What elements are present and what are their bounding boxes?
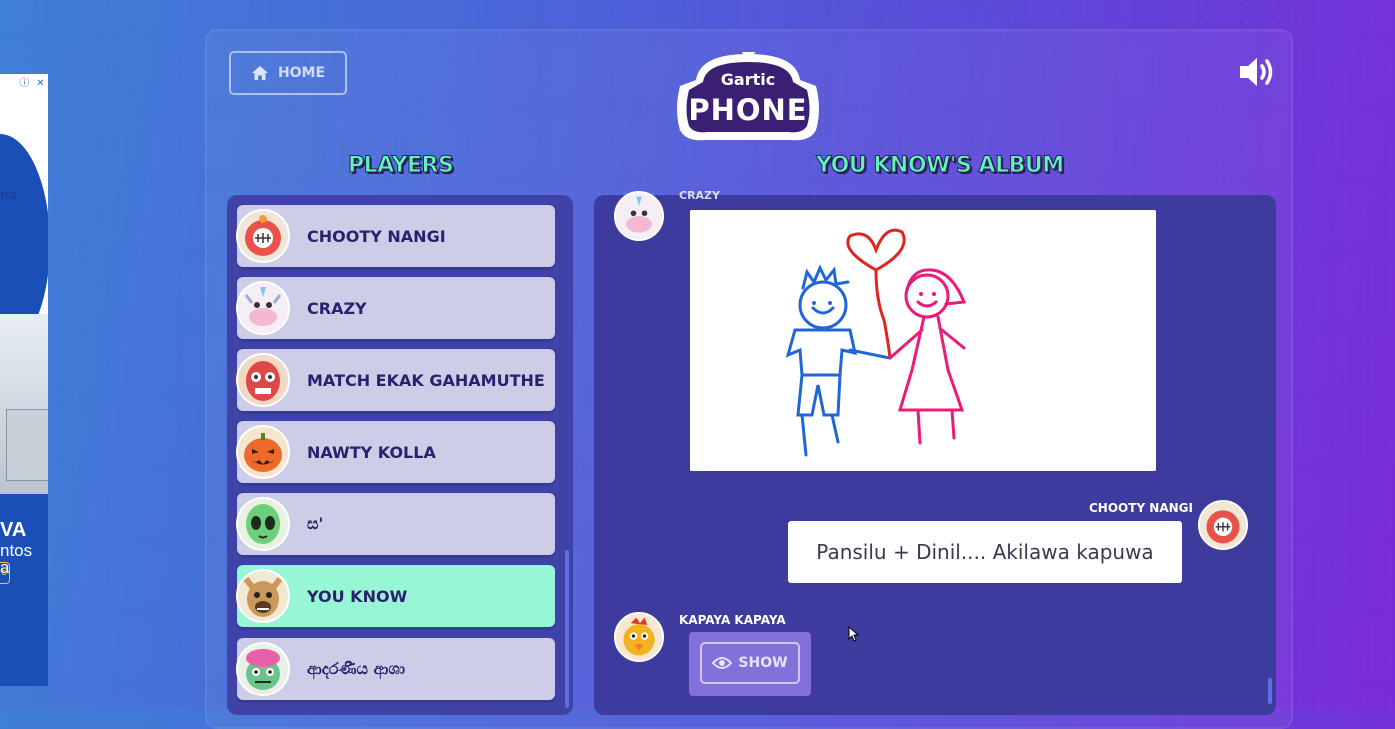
ad-choices-badge[interactable]: ⓘ ✕ xyxy=(16,76,48,91)
players-scrollbar[interactable] xyxy=(565,550,569,708)
llama-avatar xyxy=(236,569,290,623)
player-name: MATCH EKAK GAHAMUTHE xyxy=(307,370,545,390)
volume-icon[interactable] xyxy=(1238,55,1276,89)
player-row-sa[interactable]: ස' xyxy=(236,493,555,555)
home-button[interactable]: HOME xyxy=(229,51,347,95)
players-list[interactable]: CHOOTY NANGI CRAZY MATCH EKAK GAHAMUTHE … xyxy=(227,195,573,715)
luchador-avatar xyxy=(236,353,290,407)
player-row-nawty-kolla[interactable]: NAWTY KOLLA xyxy=(236,421,555,483)
red-bomb-avatar xyxy=(1198,500,1248,550)
ad-brand-text: na xyxy=(0,186,17,202)
gartic-phone-logo: Gartic PHONE xyxy=(677,52,819,141)
home-button-label: HOME xyxy=(277,65,326,81)
pumpkin-avatar xyxy=(236,425,290,479)
ad-subheadline: ntos xyxy=(0,541,33,560)
ad-headline: VA xyxy=(0,519,27,541)
home-icon xyxy=(251,66,268,80)
alien-avatar xyxy=(236,497,290,551)
player-name: YOU KNOW xyxy=(307,586,408,606)
svg-text:Gartic: Gartic xyxy=(721,70,775,89)
unicorn-avatar xyxy=(614,191,664,241)
player-row-you-know[interactable]: YOU KNOW xyxy=(236,565,555,627)
player-name: ආදරණීය ආශා xyxy=(307,659,406,678)
text-author-name: CHOOTY NANGI xyxy=(1089,501,1193,515)
show-button-label: SHOW xyxy=(738,655,788,671)
player-name: CHOOTY NANGI xyxy=(307,226,446,246)
players-heading: PLAYERS xyxy=(347,153,454,179)
player-name: NAWTY KOLLA xyxy=(307,442,436,462)
player-name: CRAZY xyxy=(307,298,367,318)
side-advertisement[interactable]: na VA ntos a 5 xyxy=(0,74,48,686)
player-row-adaraniya-asha[interactable]: ආදරණීය ආශා xyxy=(236,638,555,700)
eye-icon xyxy=(712,657,733,669)
show-button[interactable]: SHOW xyxy=(700,642,800,684)
player-row-crazy[interactable]: CRAZY xyxy=(236,277,555,339)
album-scrollbar[interactable] xyxy=(1268,678,1272,704)
hidden-entry-author-name: KAPAYA KAPAYA xyxy=(679,613,786,627)
rooster-avatar xyxy=(614,612,664,662)
brain-zombie-avatar xyxy=(236,642,290,696)
player-drawing xyxy=(690,210,1156,471)
unicorn-avatar xyxy=(236,281,290,335)
red-bomb-avatar xyxy=(236,209,290,263)
player-name: ස' xyxy=(307,514,324,533)
ad-oven-image xyxy=(6,409,48,481)
mouse-cursor-icon xyxy=(848,626,860,642)
player-row-chooty-nangi[interactable]: CHOOTY NANGI xyxy=(236,205,555,267)
drawing-author-name: CRAZY xyxy=(679,189,720,202)
ad-cta-button[interactable]: 5 xyxy=(0,562,10,584)
svg-text:PHONE: PHONE xyxy=(688,93,807,127)
guess-text-bubble: Pansilu + Dinil.... Akilawa kapuwa xyxy=(788,521,1182,583)
album-heading: YOU KNOW'S ALBUM xyxy=(816,153,1065,179)
player-row-match-ekak-gahamuthe[interactable]: MATCH EKAK GAHAMUTHE xyxy=(236,349,555,411)
ad-info-icon[interactable]: ⓘ xyxy=(19,78,29,89)
ad-close-icon[interactable]: ✕ xyxy=(36,78,44,89)
